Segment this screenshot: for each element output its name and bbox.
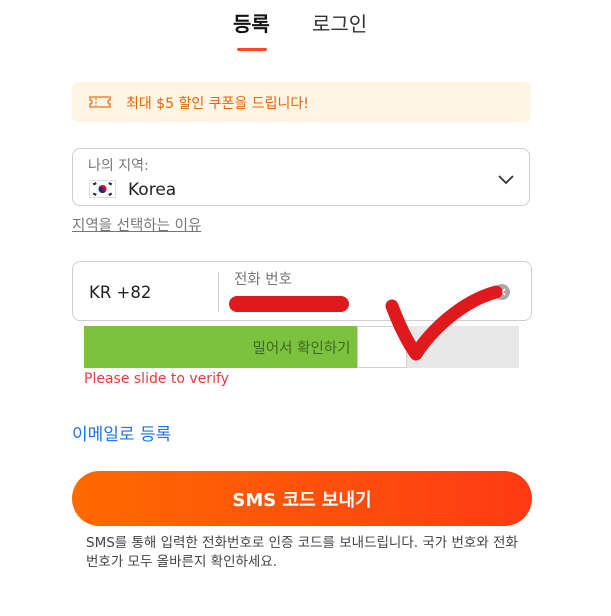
region-value: Korea: [128, 180, 177, 200]
auth-tabs: 등록 로그인: [0, 8, 611, 56]
sms-note: SMS를 통해 입력한 전화번호로 인증 코드를 보내드립니다. 국가 번호와 …: [86, 535, 518, 570]
phone-label: 전화 번호: [234, 272, 292, 288]
checkmark-annotation: [378, 280, 513, 374]
tab-register[interactable]: 등록: [233, 8, 270, 37]
ticket-icon: [88, 93, 112, 115]
chevron-down-icon[interactable]: [497, 171, 515, 190]
redaction-mark: [229, 296, 349, 312]
coupon-banner: 최대 $5 할인 쿠폰을 드립니다!: [72, 82, 531, 122]
region-select[interactable]: 나의 지역: Korea: [72, 148, 530, 206]
coupon-text: 최대 $5 할인 쿠폰을 드립니다!: [126, 96, 309, 112]
slide-error-message: Please slide to verify: [84, 371, 229, 387]
country-code-select[interactable]: KR +82: [89, 283, 151, 302]
active-tab-indicator: [237, 48, 267, 51]
send-sms-code-button[interactable]: SMS 코드 보내기: [72, 471, 532, 526]
phone-divider: [218, 272, 219, 312]
korea-flag-icon: [89, 180, 116, 198]
register-by-email-link[interactable]: 이메일로 등록: [72, 420, 171, 445]
tab-login[interactable]: 로그인: [312, 8, 367, 37]
why-select-region-link[interactable]: 지역을 선택하는 이유: [72, 214, 201, 235]
region-label: 나의 지역:: [88, 158, 149, 174]
